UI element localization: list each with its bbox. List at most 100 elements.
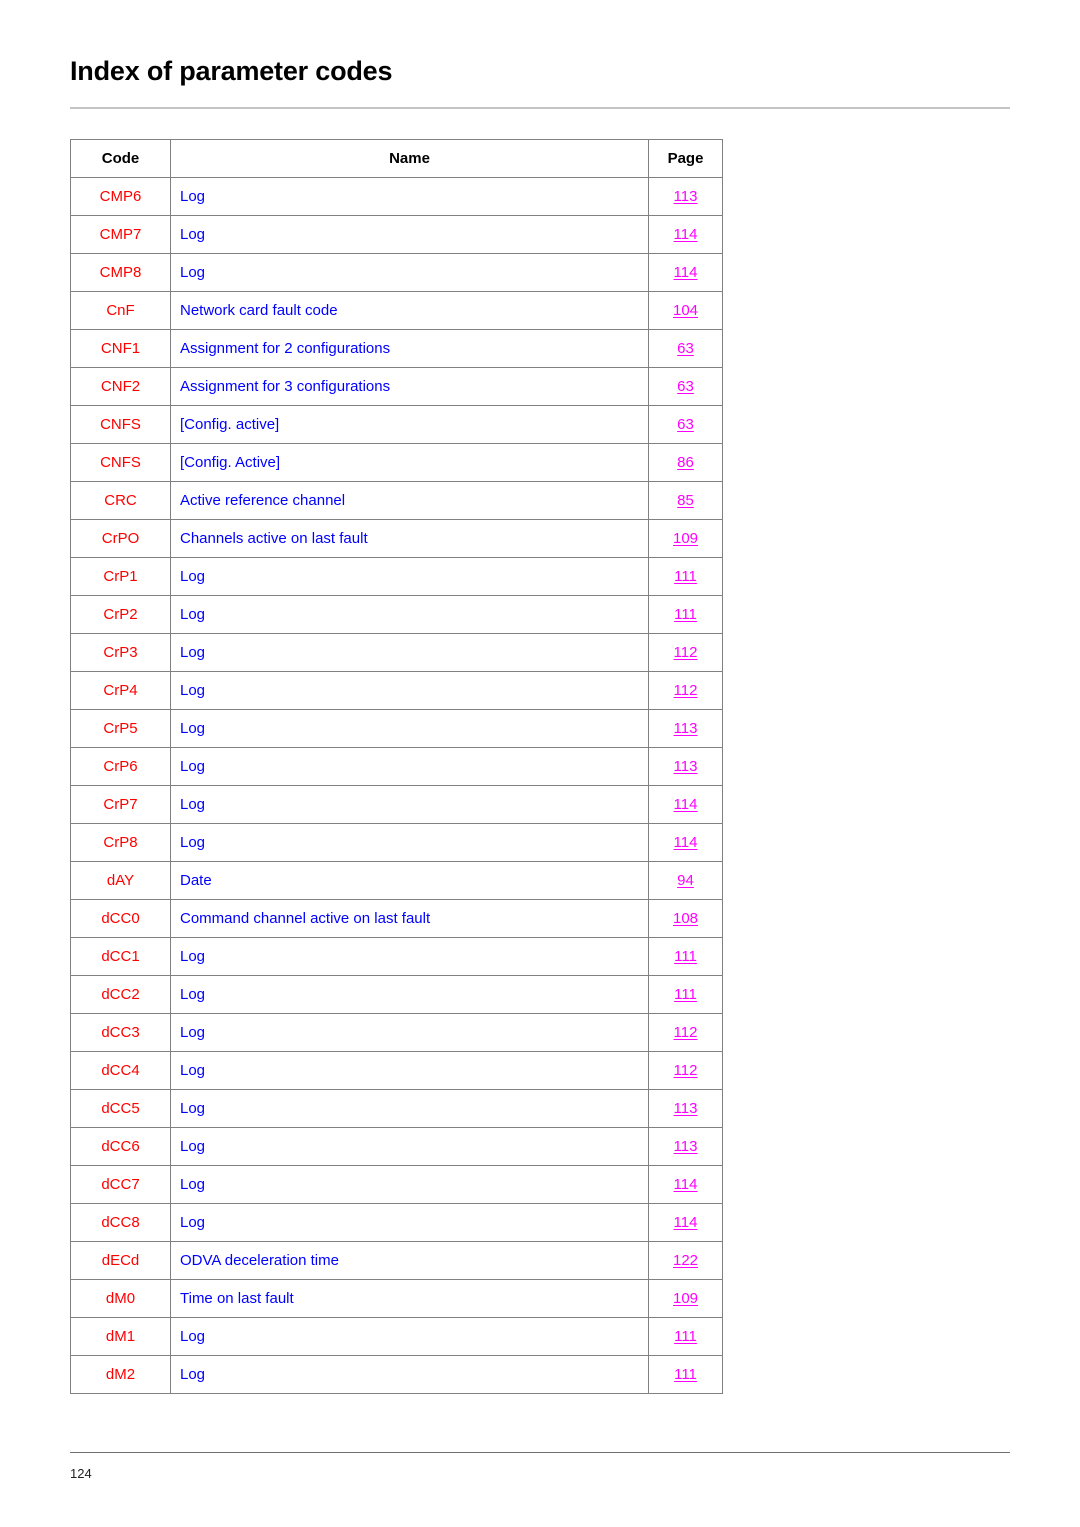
page-link[interactable]: 111 [674, 606, 697, 623]
table-row: dCC7 Log 114 [70, 1165, 723, 1204]
cell-page: 63 [648, 367, 723, 406]
page-link[interactable]: 63 [677, 378, 694, 395]
cell-name: Log [170, 785, 649, 824]
table-row: dCC6 Log 113 [70, 1127, 723, 1166]
page-link[interactable]: 111 [674, 568, 697, 585]
table-row: dM1 Log 111 [70, 1317, 723, 1356]
cell-page: 111 [648, 937, 723, 976]
cell-code: CNF2 [70, 367, 171, 406]
table-row: CMP7 Log 114 [70, 215, 723, 254]
table-row: CrP3 Log 112 [70, 633, 723, 672]
page-link[interactable]: 112 [674, 682, 698, 699]
cell-name: Log [170, 557, 649, 596]
column-header-page: Page [648, 139, 723, 178]
footer-divider [70, 1452, 1010, 1453]
cell-code: CrP1 [70, 557, 171, 596]
page-link[interactable]: 113 [674, 720, 698, 737]
cell-code: dCC1 [70, 937, 171, 976]
page-link[interactable]: 63 [677, 340, 694, 357]
cell-code: CrP4 [70, 671, 171, 710]
cell-name: [Config. active] [170, 405, 649, 444]
page-link[interactable]: 114 [674, 1176, 698, 1193]
table-row: CRC Active reference channel 85 [70, 481, 723, 520]
cell-code: CMP7 [70, 215, 171, 254]
table-row: dM0 Time on last fault 109 [70, 1279, 723, 1318]
cell-code: dCC5 [70, 1089, 171, 1128]
table-row: CMP6 Log 113 [70, 177, 723, 216]
cell-page: 113 [648, 1089, 723, 1128]
page-link[interactable]: 109 [673, 530, 698, 547]
cell-page: 111 [648, 1355, 723, 1394]
column-header-name: Name [170, 139, 649, 178]
page-link[interactable]: 109 [673, 1290, 698, 1307]
cell-code: CNFS [70, 443, 171, 482]
cell-code: CrP5 [70, 709, 171, 748]
page-link[interactable]: 104 [673, 302, 698, 319]
page-link[interactable]: 63 [677, 416, 694, 433]
table-row: dCC3 Log 112 [70, 1013, 723, 1052]
page-link[interactable]: 108 [673, 910, 698, 927]
cell-page: 86 [648, 443, 723, 482]
document-page: Index of parameter codes Code Name Page … [0, 0, 1080, 1527]
table-row: CrP2 Log 111 [70, 595, 723, 634]
page-link[interactable]: 112 [674, 1024, 698, 1041]
cell-name: Command channel active on last fault [170, 899, 649, 938]
cell-page: 113 [648, 709, 723, 748]
cell-name: Network card fault code [170, 291, 649, 330]
table-row: CnF Network card fault code 104 [70, 291, 723, 330]
cell-page: 108 [648, 899, 723, 938]
table-row: dCC4 Log 112 [70, 1051, 723, 1090]
page-link[interactable]: 94 [677, 872, 694, 889]
cell-page: 112 [648, 671, 723, 710]
footer-page-number: 124 [70, 1466, 92, 1481]
cell-code: CNF1 [70, 329, 171, 368]
cell-page: 109 [648, 519, 723, 558]
cell-name: ODVA deceleration time [170, 1241, 649, 1280]
cell-name: Log [170, 1127, 649, 1166]
page-link[interactable]: 114 [674, 1214, 698, 1231]
page-link[interactable]: 114 [674, 834, 698, 851]
page-link[interactable]: 85 [677, 492, 694, 509]
cell-code: dM1 [70, 1317, 171, 1356]
cell-page: 63 [648, 405, 723, 444]
page-link[interactable]: 114 [674, 796, 698, 813]
cell-page: 113 [648, 177, 723, 216]
cell-code: CMP6 [70, 177, 171, 216]
table-row: CNFS [Config. Active] 86 [70, 443, 723, 482]
table-row: CrP6 Log 113 [70, 747, 723, 786]
table-row: CNF1 Assignment for 2 configurations 63 [70, 329, 723, 368]
table-row: dCC0 Command channel active on last fault… [70, 899, 723, 938]
cell-name: Assignment for 3 configurations [170, 367, 649, 406]
page-link[interactable]: 112 [674, 1062, 698, 1079]
cell-name: Log [170, 253, 649, 292]
table-row: dCC2 Log 111 [70, 975, 723, 1014]
cell-name: Assignment for 2 configurations [170, 329, 649, 368]
parameter-codes-table: Code Name Page CMP6 Log 113 CMP7 Log 114 CMP8 L… [70, 139, 723, 1394]
page-link[interactable]: 113 [674, 758, 698, 775]
table-body: CMP6 Log 113 CMP7 Log 114 CMP8 Log 114 CnF Network… [70, 177, 723, 1394]
page-link[interactable]: 122 [673, 1252, 698, 1269]
cell-page: 122 [648, 1241, 723, 1280]
cell-name: Log [170, 177, 649, 216]
page-link[interactable]: 111 [674, 948, 697, 965]
cell-name: Log [170, 671, 649, 710]
page-link[interactable]: 114 [674, 264, 698, 281]
cell-page: 112 [648, 1051, 723, 1090]
page-link[interactable]: 111 [674, 1366, 697, 1383]
page-link[interactable]: 86 [677, 454, 694, 471]
page-link[interactable]: 113 [674, 1100, 698, 1117]
page-link[interactable]: 111 [674, 1328, 697, 1345]
table-row: CrPO Channels active on last fault 109 [70, 519, 723, 558]
cell-name: Log [170, 1165, 649, 1204]
cell-page: 114 [648, 1165, 723, 1204]
cell-code: CrPO [70, 519, 171, 558]
page-link[interactable]: 113 [674, 188, 698, 205]
page-link[interactable]: 113 [674, 1138, 698, 1155]
page-link[interactable]: 114 [674, 226, 698, 243]
table-header: Code Name Page [70, 139, 723, 178]
page-link[interactable]: 112 [674, 644, 698, 661]
page-link[interactable]: 111 [674, 986, 697, 1003]
cell-name: Date [170, 861, 649, 900]
cell-code: CrP8 [70, 823, 171, 862]
cell-name: Channels active on last fault [170, 519, 649, 558]
